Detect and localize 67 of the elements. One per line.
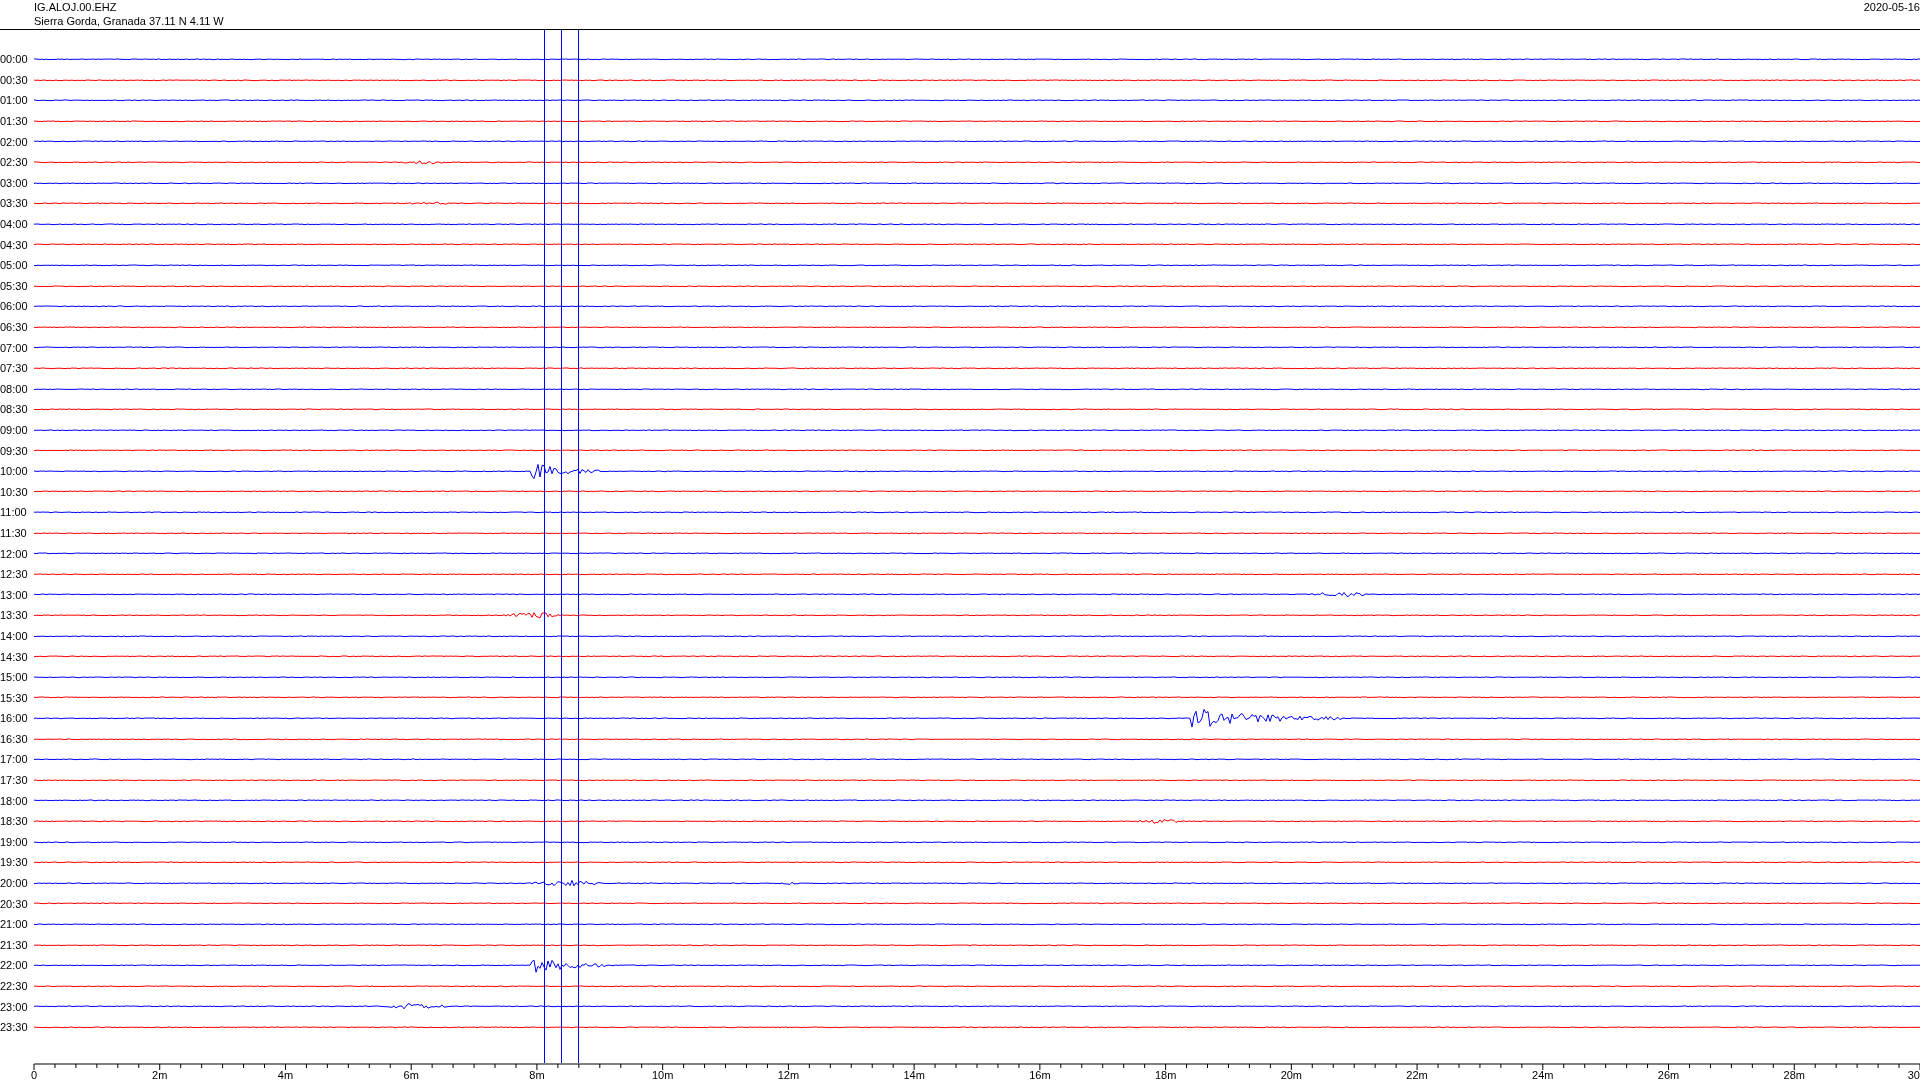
- time-label: 22:00: [0, 959, 29, 972]
- time-label: 09:00: [0, 424, 29, 436]
- time-label: 02:30: [0, 156, 29, 169]
- time-label: 16:00: [0, 712, 29, 725]
- station-code: IG.ALOJ.00.EHZ: [34, 0, 118, 14]
- time-label: 15:30: [0, 691, 29, 704]
- time-label: 15:00: [0, 671, 29, 684]
- time-label: 12:00: [0, 547, 29, 560]
- time-label: 02:00: [0, 135, 29, 148]
- tick-label: 20m: [1280, 1068, 1303, 1080]
- station-location: Sierra Gorda, Granada 37.11 N 4.11 W: [34, 14, 224, 28]
- tick-label: 12m: [777, 1068, 800, 1080]
- time-label: 05:00: [0, 259, 29, 272]
- time-label: 13:00: [0, 588, 29, 601]
- tick-label: 14m: [903, 1068, 925, 1080]
- time-label: 06:30: [0, 321, 29, 333]
- tick-label: 2m: [152, 1068, 168, 1080]
- time-label: 11:30: [0, 526, 28, 539]
- tick-label: 10m: [651, 1068, 674, 1080]
- tick-label: 16m: [1029, 1068, 1051, 1080]
- time-label: 04:00: [0, 218, 29, 231]
- time-label: 07:00: [0, 341, 29, 354]
- tick-label: 4m: [277, 1068, 294, 1080]
- time-label: 14:00: [0, 629, 29, 642]
- plot-date: 2020-05-16: [1863, 0, 1920, 15]
- time-label: 07:30: [0, 362, 29, 375]
- time-label: 12:30: [0, 568, 29, 581]
- tick-label: 18m: [1154, 1068, 1177, 1080]
- time-label: 17:30: [0, 774, 29, 787]
- time-label: 09:30: [0, 444, 29, 457]
- time-label: 23:30: [0, 1021, 29, 1034]
- tick-label: 28m: [1783, 1068, 1805, 1080]
- tick-label: 0: [30, 1068, 38, 1080]
- time-label: 17:00: [0, 753, 29, 766]
- time-label: 01:30: [0, 115, 29, 128]
- time-label: 21:00: [0, 918, 29, 931]
- time-label: 13:30: [0, 609, 29, 622]
- time-label: 18:30: [0, 815, 29, 828]
- time-label: 06:00: [0, 300, 29, 313]
- time-label: 21:30: [0, 938, 29, 951]
- tick-label: 30: [1907, 1068, 1920, 1080]
- time-label: 10:30: [0, 485, 29, 498]
- time-label: 04:30: [0, 238, 29, 251]
- time-label: 00:30: [0, 73, 29, 86]
- tick-label: 8m: [529, 1068, 545, 1080]
- time-label: 18:00: [0, 794, 29, 807]
- time-label: 19:30: [0, 856, 29, 869]
- time-label: 10:00: [0, 465, 29, 478]
- time-label: 23:00: [0, 1000, 29, 1013]
- time-label: 20:00: [0, 877, 29, 890]
- tick-label: 6m: [403, 1068, 419, 1080]
- time-label: 03:00: [0, 176, 29, 189]
- time-label: 08:30: [0, 403, 29, 416]
- time-label: 22:30: [0, 980, 29, 992]
- time-label: 05:30: [0, 279, 29, 292]
- time-label: 03:30: [0, 197, 29, 210]
- time-label: 01:00: [0, 94, 29, 107]
- time-label: 11:00: [0, 506, 28, 519]
- time-label: 08:00: [0, 382, 29, 395]
- time-label: 19:00: [0, 835, 29, 848]
- time-label: 20:30: [0, 897, 29, 910]
- time-label: 16:30: [0, 732, 29, 745]
- tick-label: 24m: [1532, 1068, 1554, 1080]
- tick-label: 22m: [1406, 1068, 1428, 1080]
- time-label: 14:30: [0, 650, 29, 663]
- tick-label: 26m: [1657, 1068, 1680, 1080]
- time-label: 00:00: [0, 53, 29, 66]
